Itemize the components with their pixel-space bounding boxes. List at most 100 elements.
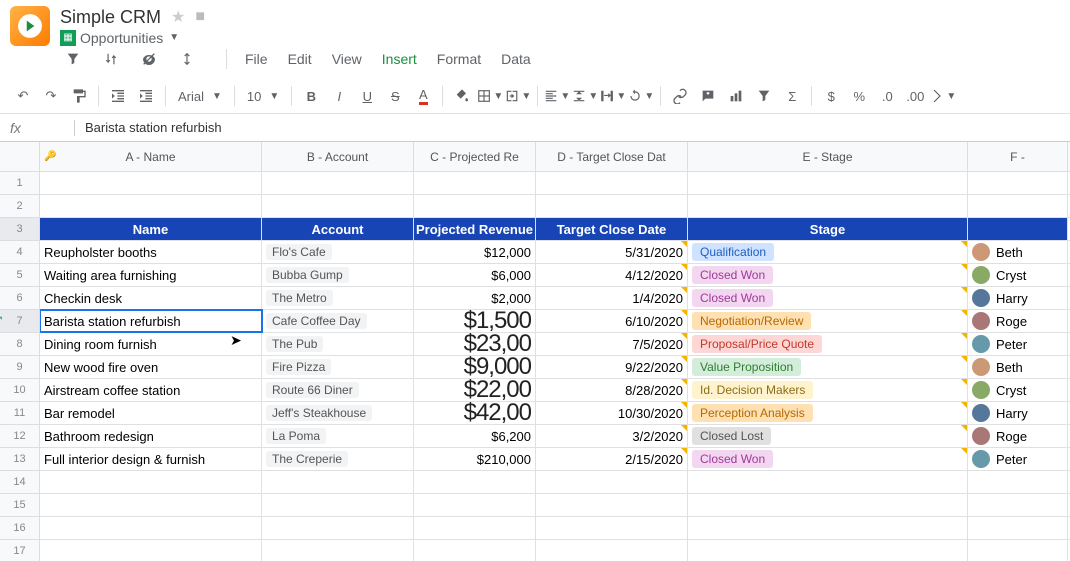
cell-stage[interactable]: Id. Decision Makers (688, 379, 968, 401)
cell-name[interactable]: Barista station refurbish (40, 310, 262, 332)
cell[interactable] (536, 195, 688, 217)
cell-revenue[interactable]: $6,000 (414, 264, 536, 286)
account-chip[interactable]: The Metro (266, 290, 333, 306)
underline-icon[interactable]: U (354, 83, 380, 109)
cell[interactable] (262, 471, 414, 493)
cell-revenue[interactable]: $210,000 (414, 448, 536, 470)
indent-decrease-icon[interactable] (105, 83, 131, 109)
cell-account[interactable]: The Creperie (262, 448, 414, 470)
merge-icon[interactable]: ▼ (505, 83, 531, 109)
row-header[interactable]: 7⤢ (0, 310, 39, 333)
cell[interactable] (414, 540, 536, 561)
cell-date[interactable]: 10/30/2020 (536, 402, 688, 424)
cell[interactable] (688, 540, 968, 561)
cell-date[interactable]: 3/2/2020 (536, 425, 688, 447)
decimal-increase-icon[interactable]: .00 (902, 83, 928, 109)
cell-account[interactable]: La Poma (262, 425, 414, 447)
sort-icon[interactable] (98, 46, 124, 72)
cell[interactable] (536, 471, 688, 493)
cell[interactable] (968, 172, 1068, 194)
row-header[interactable]: 9 (0, 356, 39, 379)
cell[interactable] (688, 517, 968, 539)
cell[interactable] (40, 471, 262, 493)
cell-owner[interactable]: Roge (968, 310, 1068, 332)
cell-revenue[interactable]: $6,200 (414, 425, 536, 447)
cell-date[interactable]: 8/28/2020 (536, 379, 688, 401)
cell-stage[interactable]: Perception Analysis (688, 402, 968, 424)
row-header[interactable]: 3🗄 (0, 218, 39, 241)
wrap-icon[interactable]: ▼ (600, 83, 626, 109)
col-header-c[interactable]: C - Projected Re (414, 142, 536, 171)
row-header[interactable]: 12 (0, 425, 39, 448)
cell-revenue[interactable]: $9,000 (414, 356, 536, 378)
cell-date[interactable]: 9/22/2020 (536, 356, 688, 378)
cell-owner[interactable]: Beth (968, 241, 1068, 263)
cell-stage[interactable]: Value Proposition (688, 356, 968, 378)
cell[interactable] (968, 540, 1068, 561)
cell-name[interactable]: Checkin desk (40, 287, 262, 309)
cell[interactable] (968, 517, 1068, 539)
menu-format[interactable]: Format (429, 47, 489, 71)
cell[interactable] (688, 172, 968, 194)
cell[interactable] (536, 172, 688, 194)
cell-owner[interactable]: Cryst (968, 264, 1068, 286)
cell[interactable] (536, 517, 688, 539)
cell-date[interactable]: 4/12/2020 (536, 264, 688, 286)
cell-account[interactable]: Jeff's Steakhouse (262, 402, 414, 424)
row-header[interactable]: 1 (0, 172, 39, 195)
group-icon[interactable] (174, 46, 200, 72)
cell-stage[interactable]: Qualification (688, 241, 968, 263)
account-chip[interactable]: Jeff's Steakhouse (266, 405, 372, 421)
sheet-selector[interactable]: ▦ Opportunities ▼ (60, 30, 179, 46)
stage-chip[interactable]: Value Proposition (692, 358, 801, 376)
stage-chip[interactable]: Proposal/Price Quote (692, 335, 822, 353)
cell[interactable] (262, 540, 414, 561)
row-header[interactable]: 5 (0, 264, 39, 287)
valign-icon[interactable]: ▼ (572, 83, 598, 109)
stage-chip[interactable]: Id. Decision Makers (692, 381, 813, 399)
cell[interactable] (968, 195, 1068, 217)
cell-name[interactable]: Airstream coffee station (40, 379, 262, 401)
text-color-icon[interactable]: A (410, 83, 436, 109)
row-header[interactable]: 14 (0, 471, 39, 494)
select-all-corner[interactable] (0, 142, 40, 172)
borders-icon[interactable]: ▼ (477, 83, 503, 109)
cell[interactable] (262, 494, 414, 516)
cell-date[interactable]: 7/5/2020 (536, 333, 688, 355)
cell-account[interactable]: Fire Pizza (262, 356, 414, 378)
cell[interactable] (40, 172, 262, 194)
cell-name[interactable]: Dining room furnish (40, 333, 262, 355)
account-chip[interactable]: La Poma (266, 428, 326, 444)
cell-account[interactable]: Cafe Coffee Day (262, 310, 414, 332)
font-family-select[interactable]: Arial▼ (172, 83, 228, 109)
expand-icon[interactable]: ⤢ (0, 316, 2, 327)
cell-revenue[interactable]: $22,00 (414, 379, 536, 401)
header-cell[interactable]: Projected Revenue (414, 218, 536, 240)
cell-stage[interactable]: Closed Won (688, 287, 968, 309)
header-cell[interactable]: Target Close Date (536, 218, 688, 240)
stage-chip[interactable]: Closed Won (692, 450, 773, 468)
more-formats-icon[interactable]: ▼ (930, 83, 956, 109)
cell-revenue[interactable]: $12,000 (414, 241, 536, 263)
cell[interactable] (688, 195, 968, 217)
cell-owner[interactable]: Beth (968, 356, 1068, 378)
doc-title[interactable]: Simple CRM (60, 7, 161, 28)
cell[interactable] (968, 471, 1068, 493)
cell-stage[interactable]: Negotiation/Review (688, 310, 968, 332)
cell[interactable] (262, 172, 414, 194)
row-header[interactable]: 4 (0, 241, 39, 264)
menu-data[interactable]: Data (493, 47, 539, 71)
cell-name[interactable]: Bar remodel (40, 402, 262, 424)
cell-owner[interactable]: Roge (968, 425, 1068, 447)
cell-stage[interactable]: Closed Lost (688, 425, 968, 447)
account-chip[interactable]: Flo's Cafe (266, 244, 332, 260)
col-header-f[interactable]: F - (968, 142, 1068, 171)
functions-icon[interactable]: Σ (779, 83, 805, 109)
bold-icon[interactable]: B (298, 83, 324, 109)
cell-revenue[interactable]: $23,00 (414, 333, 536, 355)
chart-icon[interactable] (723, 83, 749, 109)
fill-color-icon[interactable] (449, 83, 475, 109)
cell-account[interactable]: Flo's Cafe (262, 241, 414, 263)
row-header[interactable]: 8 (0, 333, 39, 356)
cell-name[interactable]: New wood fire oven (40, 356, 262, 378)
